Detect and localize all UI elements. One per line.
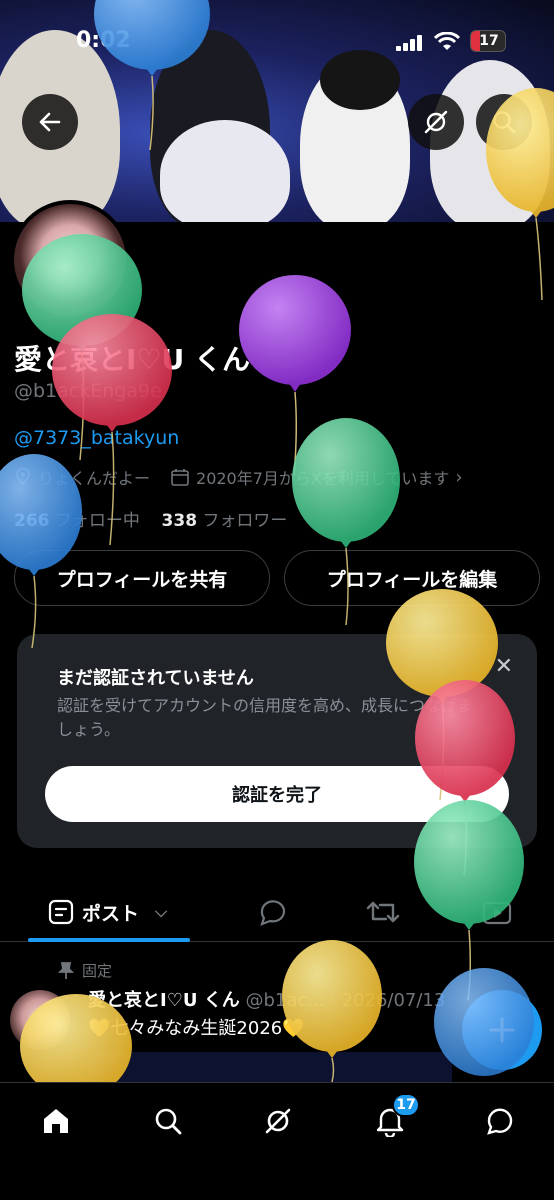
notifications-badge: 17 [392,1093,420,1117]
balloon [94,0,210,151]
balloons-overlay [0,0,554,1098]
nav-home[interactable] [34,1099,78,1143]
nav-grok[interactable] [256,1099,300,1143]
balloon [0,454,82,649]
balloon [282,940,382,1083]
chat-icon [487,1108,513,1135]
nav-messages[interactable] [478,1099,522,1143]
nav-search[interactable] [146,1099,190,1143]
balloon [292,418,400,626]
balloon [434,968,534,1076]
search-icon [155,1108,182,1135]
bottom-nav: 17 [0,1082,554,1200]
home-icon [44,1109,68,1133]
balloon [414,800,524,1001]
grok-icon [265,1108,291,1134]
balloon [486,88,554,301]
